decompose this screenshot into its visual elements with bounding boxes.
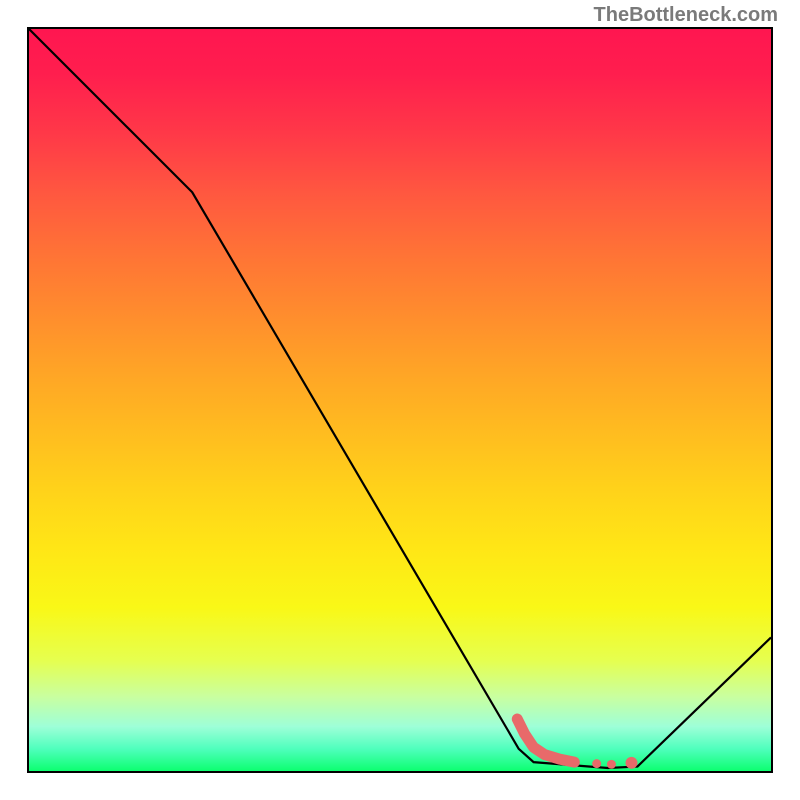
watermark-text: TheBottleneck.com <box>594 4 778 27</box>
chart-curve-layer <box>29 29 771 771</box>
elbow-marker-dots <box>592 757 637 769</box>
elbow-marker-dot <box>592 759 601 768</box>
elbow-marker-dot <box>607 760 616 769</box>
bottleneck-curve <box>29 29 771 768</box>
elbow-marker-dot <box>625 757 637 769</box>
chart-plot-area <box>27 27 773 773</box>
